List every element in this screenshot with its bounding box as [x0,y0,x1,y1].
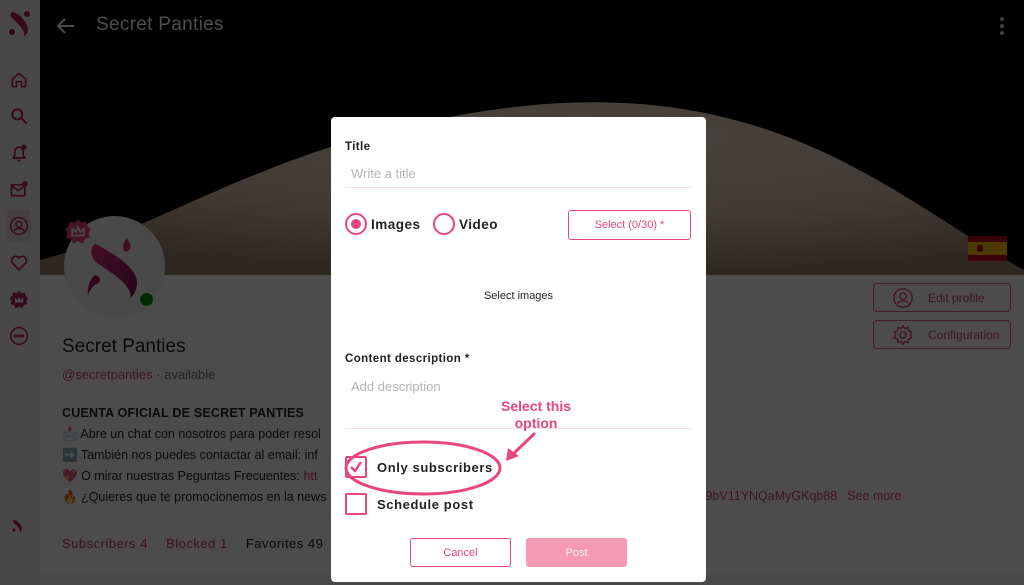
select-media-button[interactable]: Select (0/30) * [568,210,691,240]
only-subscribers-label: Only subscribers [377,459,493,475]
radio-video[interactable]: Video [433,213,498,235]
radio-unselected-icon [433,213,455,235]
description-label: Content description * [345,353,470,365]
radio-selected-icon [345,213,367,235]
radio-video-label: Video [459,216,499,232]
checkbox-checked-icon [345,456,367,478]
schedule-post-label: Schedule post [377,496,474,512]
checkbox-unchecked-icon [345,493,367,515]
new-post-dialog: Title Images Video Select (0/30) * Selec… [331,117,706,582]
title-input[interactable] [345,160,691,188]
radio-images-label: Images [371,216,421,232]
title-label: Title [345,141,371,153]
annotation-text: Select this option [500,398,572,431]
schedule-post-checkbox[interactable]: Schedule post [345,493,474,515]
only-subscribers-checkbox[interactable]: Only subscribers [345,456,493,478]
select-images-dropzone[interactable]: Select images [331,290,706,302]
cancel-button[interactable]: Cancel [410,538,511,567]
radio-images[interactable]: Images [345,213,421,235]
post-button[interactable]: Post [526,538,627,567]
